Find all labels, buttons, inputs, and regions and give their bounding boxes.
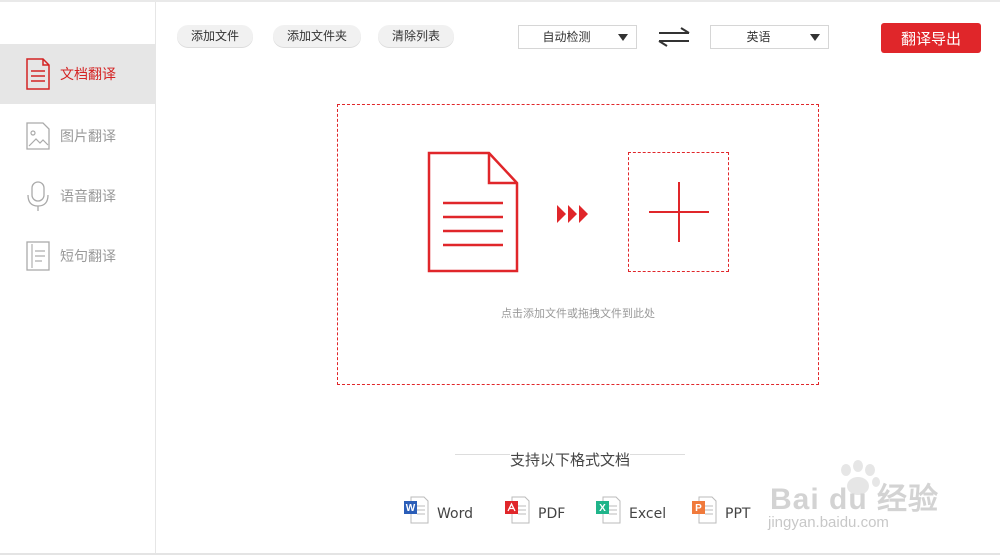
ppt-file-icon: P	[692, 496, 717, 524]
target-language-value: 英语	[746, 30, 771, 44]
pdf-file-icon	[505, 496, 530, 524]
swap-languages-icon[interactable]	[656, 26, 692, 48]
chevron-down-icon	[810, 34, 820, 41]
watermark-url: jingyan.baidu.com	[768, 514, 889, 531]
svg-text:X: X	[599, 503, 606, 514]
translate-export-button[interactable]: 翻译导出	[881, 23, 981, 53]
source-language-value: 自动检测	[542, 30, 591, 44]
drop-zone-hint: 点击添加文件或拖拽文件到此处	[501, 307, 655, 320]
triple-arrow-icon	[557, 205, 588, 223]
microphone-icon	[27, 181, 49, 211]
svg-text:W: W	[406, 503, 416, 514]
sidebar-item-voice-translate[interactable]: 语音翻译	[0, 166, 155, 226]
sidebar: 文档翻译 图片翻译 语音翻译 短句翻译	[0, 2, 156, 553]
sidebar-item-label: 短句翻译	[60, 249, 116, 265]
document-icon	[427, 151, 519, 273]
target-language-select[interactable]: 英语	[710, 25, 829, 49]
sidebar-item-image-translate[interactable]: 图片翻译	[0, 106, 155, 166]
sidebar-item-label: 图片翻译	[60, 129, 116, 145]
clear-list-button[interactable]: 清除列表	[378, 25, 455, 47]
sidebar-item-sentence-translate[interactable]: 短句翻译	[0, 226, 155, 286]
sidebar-item-document-translate[interactable]: 文档翻译	[0, 44, 155, 104]
format-label: PDF	[538, 506, 566, 522]
word-file-icon: W	[404, 496, 429, 524]
window-bottom-border	[0, 553, 1000, 555]
format-label: Excel	[629, 506, 667, 522]
file-drop-zone[interactable]	[337, 104, 819, 385]
chevron-down-icon	[618, 34, 628, 41]
document-icon	[26, 58, 50, 90]
format-label: Word	[437, 506, 473, 522]
add-file-button[interactable]: 添加文件	[177, 25, 254, 47]
sidebar-item-label: 语音翻译	[60, 189, 116, 205]
watermark-brand: Bai du 经验	[770, 483, 940, 516]
excel-file-icon: X	[596, 496, 621, 524]
sidebar-item-label: 文档翻译	[60, 67, 116, 83]
text-lines-icon	[26, 241, 50, 271]
supported-formats-title: 支持以下格式文档	[509, 451, 630, 469]
source-language-select[interactable]: 自动检测	[518, 25, 637, 49]
plus-icon	[678, 182, 680, 242]
image-icon	[26, 122, 50, 150]
svg-text:P: P	[695, 503, 702, 514]
add-file-plus-box[interactable]	[628, 152, 729, 272]
add-folder-button[interactable]: 添加文件夹	[273, 25, 362, 47]
format-label: PPT	[725, 506, 751, 522]
